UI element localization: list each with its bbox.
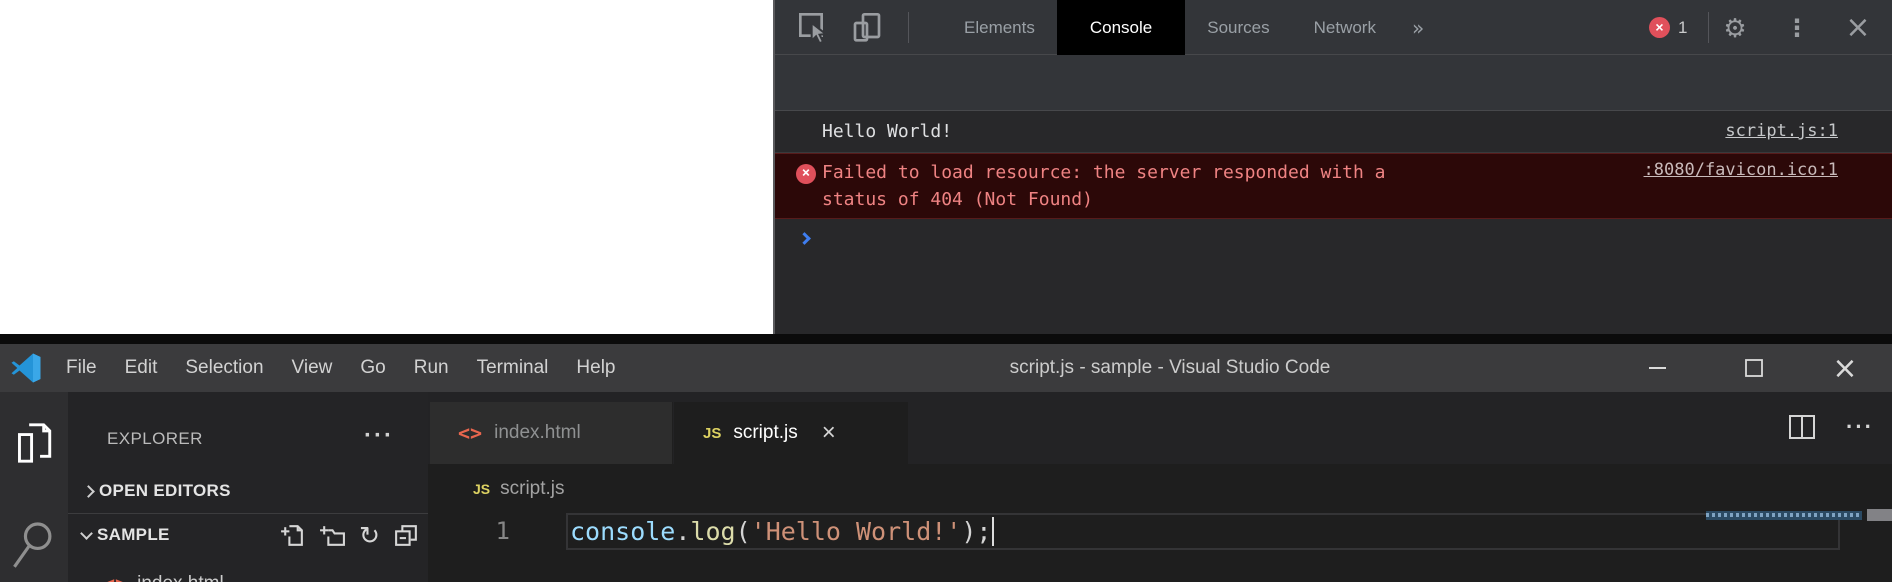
devtools-menu-icon[interactable] (1787, 14, 1807, 42)
js-file-icon: JS (703, 425, 721, 442)
explorer-header: EXPLORER ··· (68, 420, 428, 460)
open-editors-section[interactable]: OPEN EDITORS (68, 470, 428, 512)
devtools-close-icon[interactable] (1843, 10, 1873, 45)
collapse-all-icon[interactable] (393, 522, 420, 549)
menu-file[interactable]: File (52, 344, 111, 392)
code-line-1[interactable]: console.log('Hello World!'); (570, 513, 994, 550)
console-prompt[interactable] (775, 219, 1892, 259)
divider (908, 12, 909, 43)
inspect-element-icon[interactable] (797, 11, 829, 43)
tab-script-js[interactable]: JS script.js × (674, 402, 908, 464)
tab-label: index.html (494, 422, 581, 444)
menu-view[interactable]: View (278, 344, 347, 392)
folder-section-sample[interactable]: SAMPLE ↻ (68, 513, 428, 556)
browser-viewport (0, 0, 773, 334)
token-object: console (570, 517, 675, 546)
activity-bar (0, 392, 68, 582)
text-cursor (992, 517, 994, 546)
prompt-chevron-icon (798, 232, 811, 245)
minimize-button[interactable] (1634, 344, 1680, 392)
html-file-icon: <> (103, 572, 127, 582)
tab-console[interactable]: Console (1057, 0, 1185, 55)
minimap[interactable] (1706, 511, 1862, 520)
editor-tabbar: <> index.html JS script.js × ··· (428, 392, 1892, 464)
editor-scrollbar-thumb[interactable] (1867, 509, 1892, 521)
tab-close-icon[interactable]: × (822, 419, 836, 447)
window-top-edge (0, 334, 1892, 344)
explorer-more-icon[interactable]: ··· (364, 422, 394, 450)
menu-run[interactable]: Run (400, 344, 463, 392)
tab-label: script.js (733, 422, 797, 444)
file-item-label: index.html (137, 573, 224, 582)
token-open-paren: ( (736, 517, 751, 546)
menu-edit[interactable]: Edit (111, 344, 172, 392)
editor-actions: ··· (1788, 414, 1874, 440)
tab-elements[interactable]: Elements (942, 0, 1057, 55)
error-badge-icon: × (1649, 17, 1670, 38)
token-string: 'Hello World!' (751, 517, 962, 546)
maximize-button[interactable] (1731, 344, 1777, 392)
chevron-down-icon (80, 527, 93, 540)
token-close: ); (961, 517, 991, 546)
tab-network[interactable]: Network (1292, 0, 1398, 55)
error-icon: × (796, 164, 816, 184)
devtools-tabs: Elements Console Sources Network » (942, 0, 1438, 55)
devtools-tabbar: Elements Console Sources Network » × 1 (775, 0, 1892, 55)
vscode-window: File Edit Selection View Go Run Terminal… (0, 334, 1892, 582)
line-number: 1 (455, 513, 510, 550)
js-file-icon: JS (473, 481, 490, 497)
chevron-right-icon (82, 485, 95, 498)
menubar: File Edit Selection View Go Run Terminal… (52, 344, 630, 392)
device-toolbar-icon[interactable] (851, 11, 883, 43)
file-item-index-html[interactable]: <> index.html (68, 562, 428, 582)
console-error-row: × Failed to load resource: the server re… (775, 153, 1892, 219)
explorer-title: EXPLORER (107, 429, 203, 449)
console-error-text: Failed to load resource: the server resp… (822, 159, 1400, 213)
editor-more-icon[interactable]: ··· (1846, 414, 1874, 440)
token-method: log (690, 517, 735, 546)
console-log-source-link[interactable]: script.js:1 (1725, 121, 1838, 141)
menu-go[interactable]: Go (346, 344, 399, 392)
refresh-icon[interactable]: ↻ (359, 523, 380, 548)
menu-terminal[interactable]: Terminal (463, 344, 563, 392)
devtools-settings-icon[interactable] (1720, 14, 1750, 44)
error-badge-count: 1 (1678, 18, 1687, 38)
window-title: script.js - sample - Visual Studio Code (965, 357, 1375, 379)
console-error-source-link[interactable]: :8080/favicon.ico:1 (1644, 160, 1838, 180)
search-activity-icon[interactable] (0, 520, 68, 572)
vscode-body: EXPLORER ··· OPEN EDITORS SAMPLE (0, 392, 1892, 582)
tab-sources[interactable]: Sources (1185, 0, 1291, 55)
new-file-icon[interactable] (279, 522, 306, 549)
window-close-button[interactable] (1822, 344, 1868, 392)
html-file-icon: <> (458, 421, 482, 445)
more-tabs-icon[interactable]: » (1398, 0, 1438, 55)
menu-selection[interactable]: Selection (171, 344, 277, 392)
editor-group: <> index.html JS script.js × ··· (428, 392, 1892, 582)
new-folder-icon[interactable] (319, 522, 346, 549)
devtools-panel: Elements Console Sources Network » × 1 (773, 0, 1892, 334)
browser-window: Elements Console Sources Network » × 1 (0, 0, 1892, 334)
tab-index-html[interactable]: <> index.html (430, 402, 673, 464)
console-log-text: Hello World! (822, 121, 952, 142)
screenshot-root: Elements Console Sources Network » × 1 (0, 0, 1892, 582)
token-dot: . (675, 517, 690, 546)
console-log-row: Hello World! script.js:1 (775, 112, 1892, 153)
vscode-logo-icon (10, 352, 42, 384)
vscode-titlebar: File Edit Selection View Go Run Terminal… (0, 344, 1892, 392)
console-messages: Hello World! script.js:1 × Failed to loa… (775, 112, 1892, 334)
divider (1708, 12, 1709, 43)
menu-help[interactable]: Help (562, 344, 629, 392)
explorer-sidebar: EXPLORER ··· OPEN EDITORS SAMPLE (68, 392, 428, 582)
console-toolbar: top Default levels (775, 55, 1892, 111)
breadcrumb-file: script.js (500, 478, 564, 500)
error-count-badge[interactable]: × 1 (1649, 17, 1687, 38)
explorer-actions: ↻ (279, 514, 420, 557)
split-editor-icon[interactable] (1788, 414, 1816, 440)
open-editors-label: OPEN EDITORS (99, 481, 231, 501)
explorer-activity-icon[interactable] (0, 420, 68, 466)
breadcrumb[interactable]: JS script.js (428, 464, 1892, 514)
folder-name-label: SAMPLE (97, 525, 170, 545)
